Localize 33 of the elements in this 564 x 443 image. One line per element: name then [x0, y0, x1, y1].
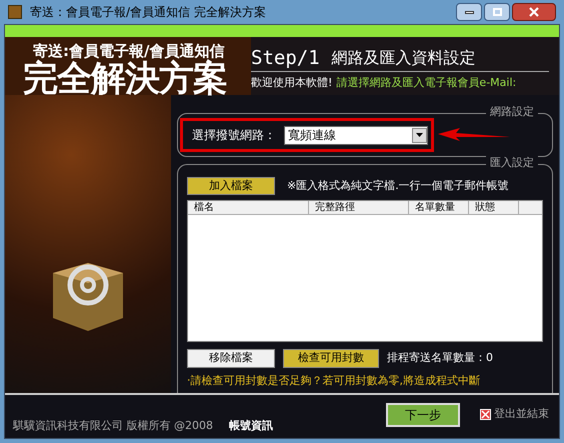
- welcome-text: 歡迎使用本軟體!: [251, 75, 332, 91]
- account-info-link[interactable]: 帳號資訊: [229, 418, 273, 434]
- close-button[interactable]: [512, 3, 556, 21]
- maximize-button[interactable]: [484, 3, 510, 21]
- instruction-text: 請選擇網路及匯入電子報會員e-Mail:: [336, 75, 516, 91]
- quota-warning: ‧請檢查可用封數是否足夠？若可用封數為零,將造成程式中斷: [187, 373, 481, 389]
- minimize-button[interactable]: [456, 3, 482, 21]
- network-dropdown[interactable]: 寬頻連線: [284, 126, 428, 144]
- dropdown-arrow-icon: [416, 133, 423, 137]
- remove-file-button[interactable]: 移除檔案: [187, 349, 275, 368]
- next-step-button[interactable]: 下一步: [386, 402, 460, 426]
- banner-title: 完全解決方案: [23, 60, 228, 98]
- window-title: 寄送：會員電子報/會員通知信 完全解決方案: [30, 4, 266, 21]
- network-label: 選擇撥號網路：: [192, 127, 276, 144]
- step-heading: 網路及匯入資料設定: [332, 47, 476, 69]
- import-format-note: ※匯入格式為純文字檔.一行一個電子郵件帳號: [287, 178, 509, 194]
- import-legend: 匯入設定: [486, 156, 538, 170]
- column-header[interactable]: 狀態: [469, 201, 519, 214]
- network-legend: 網路設定: [486, 105, 538, 119]
- scheduled-count: 排程寄送名單數量：0: [387, 350, 493, 366]
- add-file-button[interactable]: 加入檔案: [187, 177, 275, 195]
- copyright-text: 騏驥資訊科技有限公司 版權所有 @2008: [13, 418, 213, 434]
- logout-exit-button[interactable]: 登出並結束: [480, 406, 549, 423]
- close-icon: [529, 7, 539, 17]
- banner-subtitle: 寄送:會員電子報/會員通知信: [33, 43, 224, 60]
- step-label: Step/1: [251, 47, 320, 69]
- column-header-filler: [519, 201, 542, 214]
- column-header[interactable]: 名單數量: [409, 201, 469, 214]
- app-icon: [8, 5, 22, 19]
- column-header[interactable]: 檔名: [188, 201, 309, 214]
- column-header[interactable]: 完整路徑: [309, 201, 409, 214]
- check-quota-button[interactable]: 檢查可用封數: [283, 349, 379, 368]
- close-box-icon: [480, 409, 491, 420]
